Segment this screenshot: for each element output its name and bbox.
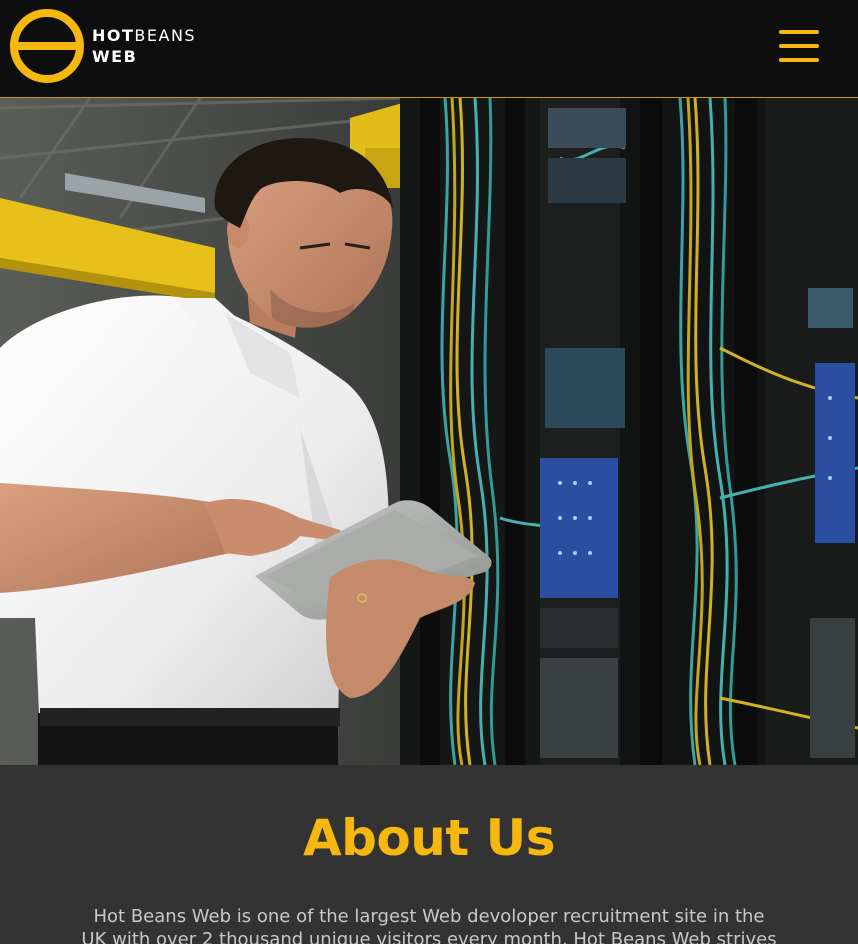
- about-text: Hot Beans Web is one of the largest Web …: [81, 906, 777, 944]
- hero-image: [0, 98, 858, 765]
- hamburger-menu-icon-bar: [779, 44, 819, 48]
- about-section: About Us Hot Beans Web is one of the lar…: [0, 765, 858, 944]
- hamburger-menu-button[interactable]: [775, 25, 823, 67]
- about-title: About Us: [302, 809, 556, 867]
- page: HOTBEANS WEB About Us Hot Beans Web is o…: [0, 0, 858, 944]
- logo-word-hot: HOT: [92, 26, 135, 45]
- site-logo[interactable]: HOTBEANS WEB: [9, 8, 196, 84]
- hamburger-menu-icon: [779, 30, 819, 34]
- logo-wordmark: HOTBEANS WEB: [92, 25, 196, 67]
- site-header: HOTBEANS WEB: [0, 0, 858, 98]
- logo-word-web: WEB: [92, 47, 138, 66]
- logo-mark-icon: [10, 9, 84, 83]
- hamburger-menu-icon-bar: [779, 58, 819, 62]
- logo-word-beans: BEANS: [134, 26, 197, 45]
- server-room-photo: [0, 98, 858, 765]
